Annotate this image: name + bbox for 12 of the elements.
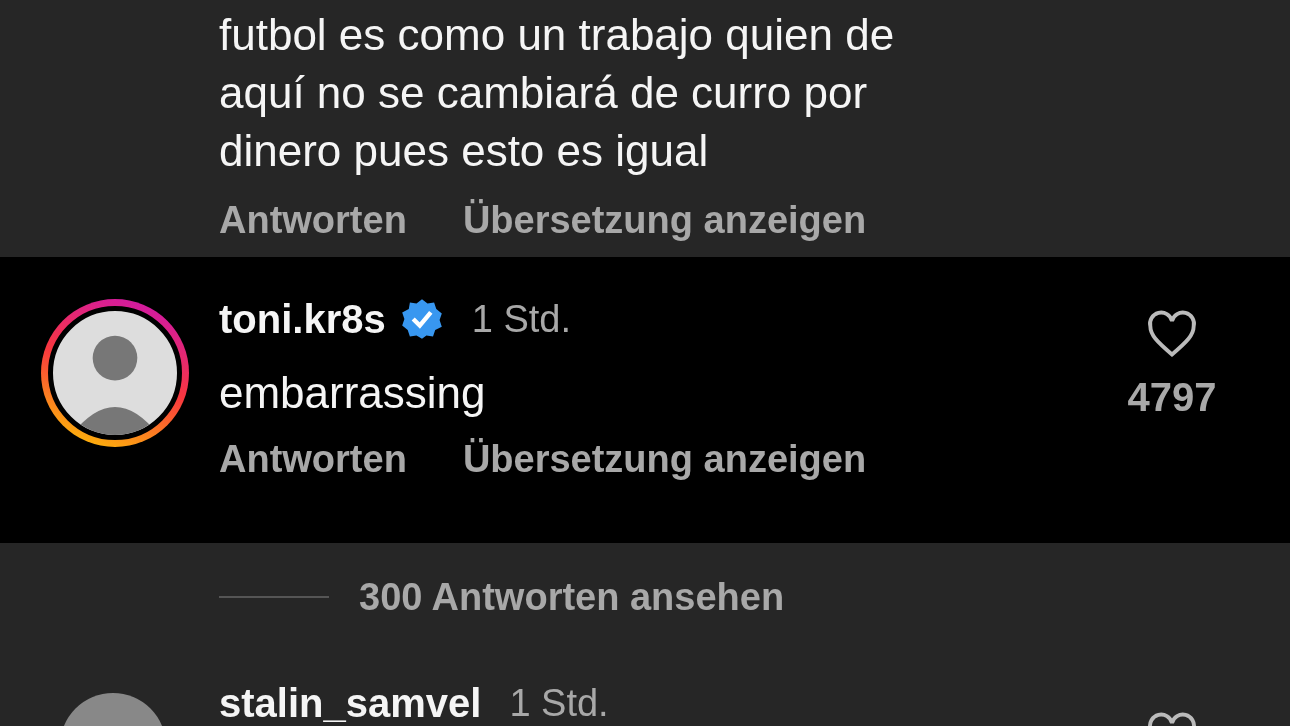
view-replies-link[interactable]: 300 Antworten ansehen [359, 575, 785, 619]
comment-action-link[interactable]: Übersetzung anzeigen [462, 198, 867, 242]
username[interactable]: stalin_samvel [219, 680, 482, 726]
comment-text: embarrassing [219, 367, 487, 419]
comment-time: 1 Std. [509, 681, 609, 725]
comment-action-link[interactable]: Antworten [219, 198, 407, 242]
comment-text: futbol es como un trabajo quien de aquí no se cambiará de curro por dinero pues esto es igual [219, 9, 896, 177]
comment-action-link[interactable]: Antworten [219, 437, 407, 481]
comment-time: 1 Std. [471, 297, 571, 341]
like-count: 4797 [1127, 375, 1217, 420]
comment-action-link[interactable]: Übersetzung anzeigen [462, 437, 867, 481]
username[interactable]: toni.kr8s [219, 296, 386, 342]
